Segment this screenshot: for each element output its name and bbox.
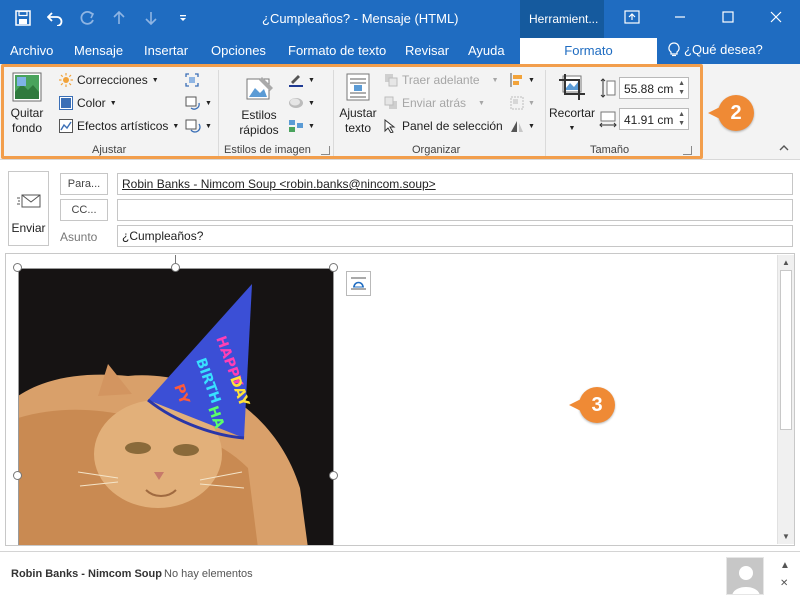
- title-bar: ¿Cumpleaños? - Mensaje (HTML) Herramient…: [0, 0, 800, 38]
- tab-formato-texto[interactable]: Formato de texto: [288, 43, 386, 58]
- collapse-ribbon-icon[interactable]: [778, 144, 790, 152]
- lightbulb-icon: [668, 42, 680, 57]
- to-recipient[interactable]: Robin Banks - Nimcom Soup <robin.banks@n…: [122, 177, 436, 191]
- tell-me-label: ¿Qué desea?: [684, 42, 763, 57]
- maximize-icon[interactable]: [704, 0, 752, 34]
- subject-label: Asunto: [60, 230, 98, 244]
- customize-icon[interactable]: [174, 8, 192, 28]
- resize-handle[interactable]: [329, 263, 338, 272]
- tab-archivo[interactable]: Archivo: [10, 43, 53, 58]
- ribbon-tabs: Archivo Mensaje Insertar Opciones Format…: [0, 38, 800, 64]
- undo-icon[interactable]: [46, 8, 64, 28]
- resize-handle[interactable]: [13, 263, 22, 272]
- resize-handle[interactable]: [329, 471, 338, 480]
- rotate-handle-stem: [175, 255, 176, 264]
- scroll-down-icon[interactable]: ▼: [782, 532, 790, 541]
- tab-ayuda[interactable]: Ayuda: [468, 43, 505, 58]
- quick-access-toolbar: [14, 8, 192, 28]
- layout-options-icon[interactable]: [346, 271, 371, 296]
- contact-items: No hay elementos: [164, 568, 253, 580]
- send-label: Enviar: [11, 221, 46, 235]
- restore-ribbon-icon[interactable]: [608, 0, 656, 34]
- cc-field[interactable]: [117, 199, 793, 221]
- tab-revisar[interactable]: Revisar: [405, 43, 449, 58]
- expand-pane-icon[interactable]: ▲: [780, 560, 790, 571]
- down-arrow-icon[interactable]: [142, 8, 160, 28]
- contact-name[interactable]: Robin Banks - Nimcom Soup: [11, 568, 162, 580]
- vertical-scrollbar[interactable]: ▲ ▼: [777, 255, 794, 544]
- tab-formato[interactable]: Formato: [520, 38, 657, 64]
- scroll-up-icon[interactable]: ▲: [782, 258, 790, 267]
- close-icon[interactable]: [752, 0, 800, 34]
- subject-field[interactable]: ¿Cumpleaños?: [117, 225, 793, 247]
- resize-handle[interactable]: [13, 471, 22, 480]
- birthday-cat-image[interactable]: HAPPY BIRTH DAY PY HA: [18, 268, 334, 545]
- send-button[interactable]: Enviar: [8, 171, 49, 246]
- avatar[interactable]: [726, 557, 764, 595]
- ribbon-highlight: [1, 64, 703, 159]
- to-field[interactable]: Robin Banks - Nimcom Soup <robin.banks@n…: [117, 173, 793, 195]
- tab-insertar[interactable]: Insertar: [144, 43, 188, 58]
- resize-handle[interactable]: [171, 263, 180, 272]
- send-icon: [17, 194, 41, 208]
- people-pane: Robin Banks - Nimcom Soup No hay element…: [0, 551, 800, 600]
- redo-icon[interactable]: [78, 8, 96, 28]
- window-title: ¿Cumpleaños? - Mensaje (HTML): [262, 11, 459, 26]
- window-controls: [608, 0, 800, 38]
- callout-2: 2: [708, 95, 754, 131]
- save-icon[interactable]: [14, 8, 32, 28]
- close-pane-icon[interactable]: ✕: [780, 578, 788, 589]
- cc-button[interactable]: CC...: [60, 199, 108, 221]
- tab-mensaje[interactable]: Mensaje: [74, 43, 123, 58]
- picture-tools-tab[interactable]: Herramient...: [520, 0, 604, 38]
- minimize-icon[interactable]: [656, 0, 704, 34]
- tell-me-box[interactable]: ¿Qué desea?: [668, 42, 763, 57]
- tab-opciones[interactable]: Opciones: [211, 43, 266, 58]
- scroll-thumb[interactable]: [780, 270, 792, 430]
- to-button[interactable]: Para...: [60, 173, 108, 195]
- up-arrow-icon[interactable]: [110, 8, 128, 28]
- callout-3: 3: [569, 387, 615, 423]
- message-body[interactable]: HAPPY BIRTH DAY PY HA 3 ▲ ▼: [5, 253, 795, 546]
